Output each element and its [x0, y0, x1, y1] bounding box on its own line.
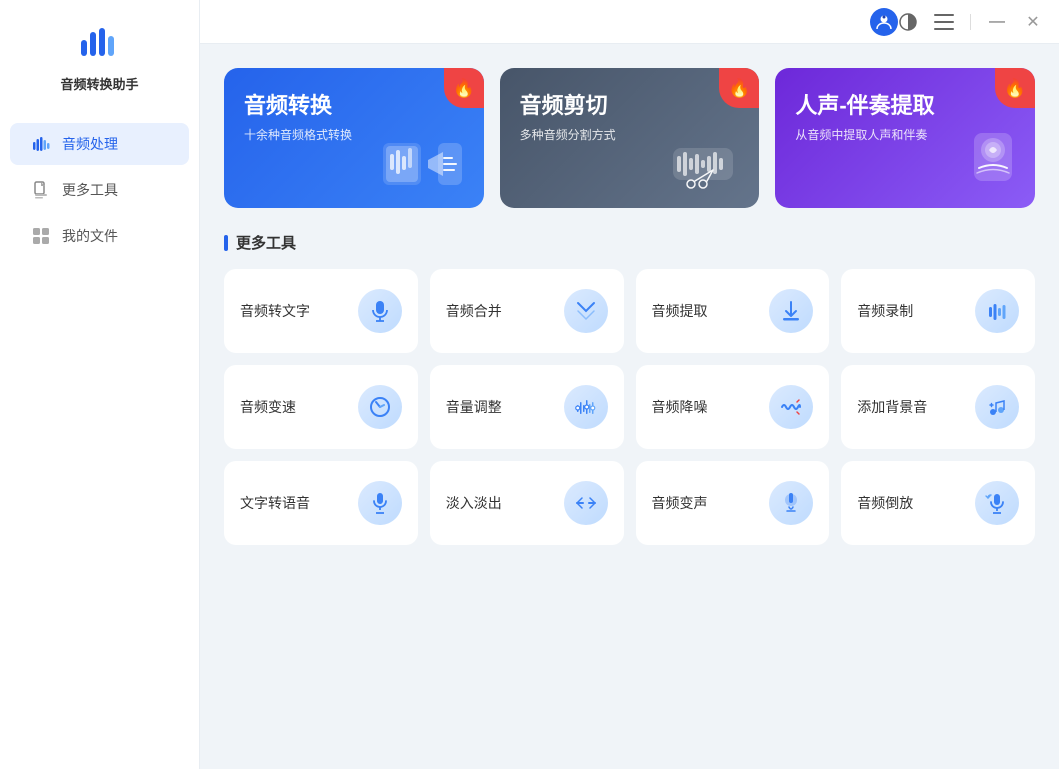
waveform-icon: [30, 133, 52, 155]
tool-label: 音频变速: [240, 397, 296, 417]
tool-audio-merge[interactable]: 音频合并: [430, 269, 624, 353]
tool-volume-adjust[interactable]: 音量调整: [430, 365, 624, 449]
tool-icon-fade-in-out: [564, 481, 608, 525]
tool-icon-audio-extract: [769, 289, 813, 333]
tool-noise-reduce[interactable]: 音频降噪: [636, 365, 830, 449]
section-title-bar: [224, 235, 228, 251]
feature-card-vocal-extract[interactable]: 🔥 人声-伴奏提取 从音频中提取人声和伴奏: [775, 68, 1035, 208]
sidebar-item-label: 我的文件: [62, 226, 118, 246]
hot-badge: 🔥: [995, 68, 1035, 108]
tool-audio-record[interactable]: 音频录制: [841, 269, 1035, 353]
sidebar-item-my-files[interactable]: 我的文件: [10, 215, 189, 257]
tool-icon-volume-adjust: [564, 385, 608, 429]
tool-label: 添加背景音: [857, 397, 927, 417]
card-illustration: [939, 128, 1019, 198]
card-illustration: [663, 128, 743, 198]
card-title: 人声-伴奏提取: [795, 88, 1015, 120]
feature-card-audio-cut[interactable]: 🔥 音频剪切 多种音频分割方式: [500, 68, 760, 208]
tools-grid: 音频转文字 音频合并: [224, 269, 1035, 545]
card-title: 音频转换: [244, 88, 464, 120]
tool-label: 音频录制: [857, 301, 913, 321]
card-title: 音频剪切: [520, 88, 740, 120]
more-tools-section-title: 更多工具: [224, 232, 1035, 253]
minimize-button[interactable]: —: [987, 12, 1007, 32]
feature-cards: 🔥 音频转换 十余种音频格式转换: [224, 68, 1035, 208]
tool-label: 文字转语音: [240, 493, 310, 513]
close-button[interactable]: ✕: [1023, 12, 1043, 32]
sidebar: 音频转换助手 音频处理: [0, 0, 200, 769]
avatar: [870, 8, 898, 36]
tool-icon-audio-merge: [564, 289, 608, 333]
titlebar-controls: — ✕: [898, 12, 1043, 32]
tool-icon-add-bg-music: [975, 385, 1019, 429]
tool-audio-reverse[interactable]: 音频倒放: [841, 461, 1035, 545]
tool-add-bg-music[interactable]: 添加背景音: [841, 365, 1035, 449]
tool-label: 音频转文字: [240, 301, 310, 321]
tool-icon-audio-speed: [358, 385, 402, 429]
tool-icon-audio-reverse: [975, 481, 1019, 525]
hot-badge: 🔥: [719, 68, 759, 108]
sidebar-item-audio-processing[interactable]: 音频处理: [10, 123, 189, 165]
sidebar-item-label: 音频处理: [62, 134, 118, 154]
file-icon: [30, 179, 52, 201]
tool-label: 淡入淡出: [446, 493, 502, 513]
tool-fade-in-out[interactable]: 淡入淡出: [430, 461, 624, 545]
section-label: 更多工具: [236, 232, 296, 253]
tool-audio-to-text[interactable]: 音频转文字: [224, 269, 418, 353]
menu-button[interactable]: [934, 12, 954, 32]
hot-badge: 🔥: [444, 68, 484, 108]
app-title: 音频转换助手: [60, 74, 138, 93]
titlebar: — ✕: [200, 0, 1059, 44]
main-area: — ✕ 🔥 音频转换 十余种音频格式转换: [200, 0, 1059, 769]
tool-icon-noise-reduce: [769, 385, 813, 429]
tool-audio-extract[interactable]: 音频提取: [636, 269, 830, 353]
content-area: 🔥 音频转换 十余种音频格式转换: [200, 44, 1059, 769]
titlebar-center: [870, 8, 898, 36]
tool-label: 音频合并: [446, 301, 502, 321]
card-illustration: [378, 128, 468, 198]
tool-label: 音频变声: [652, 493, 708, 513]
tool-voice-change[interactable]: 音频变声: [636, 461, 830, 545]
feature-card-audio-convert[interactable]: 🔥 音频转换 十余种音频格式转换: [224, 68, 484, 208]
tool-icon-voice-change: [769, 481, 813, 525]
logo-icon: [75, 20, 123, 68]
grid-icon: [30, 225, 52, 247]
app-logo: 音频转换助手: [60, 20, 138, 93]
tool-audio-speed[interactable]: 音频变速: [224, 365, 418, 449]
sidebar-nav: 音频处理 更多工具 我的文件: [0, 123, 199, 257]
tool-label: 音频降噪: [652, 397, 708, 417]
tool-label: 音频提取: [652, 301, 708, 321]
tool-text-to-speech[interactable]: 文字转语音: [224, 461, 418, 545]
theme-toggle-button[interactable]: [898, 12, 918, 32]
tool-label: 音频倒放: [857, 493, 913, 513]
tool-icon-audio-to-text: [358, 289, 402, 333]
tool-icon-audio-record: [975, 289, 1019, 333]
tool-icon-text-to-speech: [358, 481, 402, 525]
tool-label: 音量调整: [446, 397, 502, 417]
sidebar-item-label: 更多工具: [62, 180, 118, 200]
sidebar-item-more-tools[interactable]: 更多工具: [10, 169, 189, 211]
